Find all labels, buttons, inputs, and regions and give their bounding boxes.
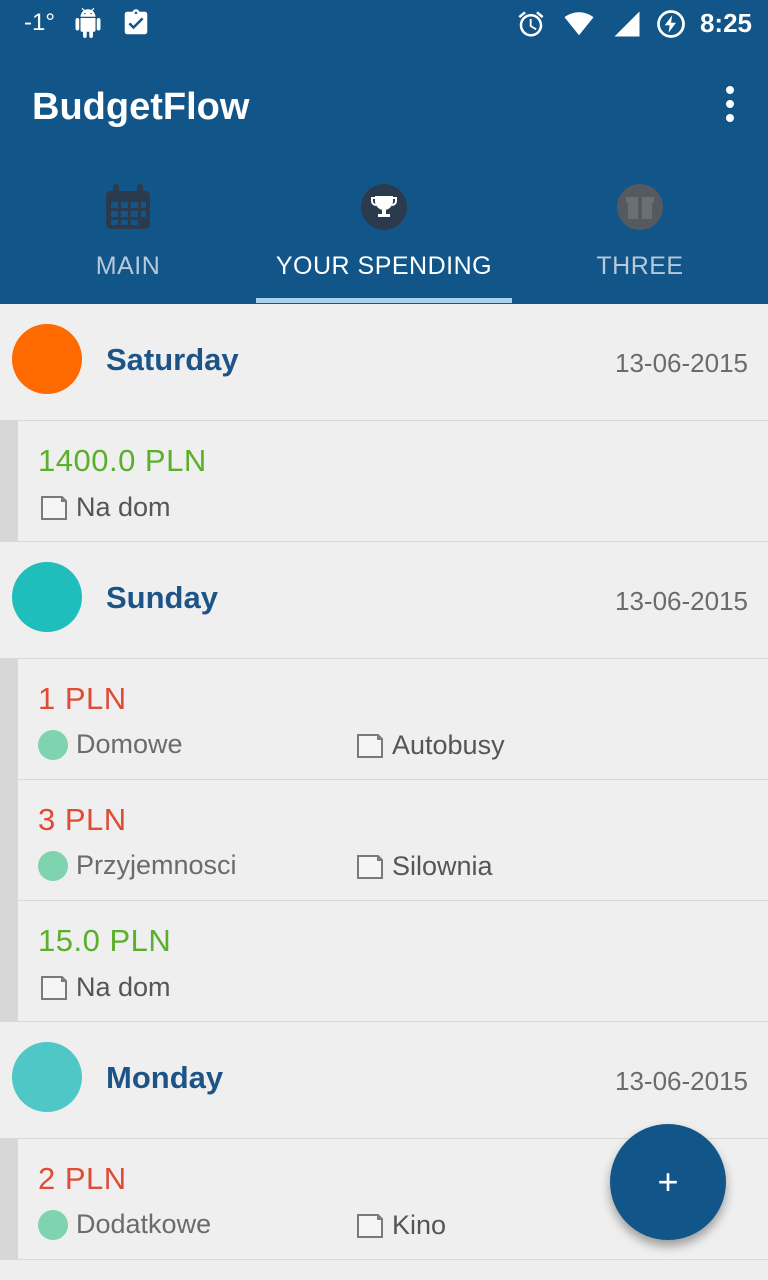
cell-signal-icon [614, 11, 640, 36]
category-text: Dodatkowe [76, 1209, 212, 1239]
clock-text: 8:25 [699, 8, 752, 38]
gift-icon [617, 184, 663, 230]
day-date: 13-06-2015 [615, 1066, 748, 1096]
category: Dodatkowe [38, 1209, 211, 1240]
tab-main[interactable]: MAIN [0, 162, 256, 304]
note-text: Autobusy [392, 729, 505, 760]
category-dot [38, 729, 68, 760]
category-text: Domowe [76, 729, 183, 759]
day-color-dot [12, 1042, 82, 1112]
category-text: Przyjemnosci [76, 850, 237, 880]
temperature-text: -1° [24, 9, 55, 36]
alarm-icon [518, 10, 544, 36]
plus-icon: + [657, 1161, 679, 1202]
day-color-dot [12, 562, 82, 632]
status-bar: -1° 8:25 [0, 0, 768, 50]
category-dot [38, 1209, 68, 1240]
list-item[interactable]: 1 PLN Domowe Autobusy [0, 659, 768, 780]
tab-main-label: MAIN [95, 252, 161, 280]
note: Autobusy [354, 729, 505, 761]
clipboard-check-icon [124, 9, 148, 35]
spending-list: Saturday 13-06-2015 1400.0 PLN Na dom Su… [0, 304, 768, 1260]
day-date: 13-06-2015 [615, 586, 748, 616]
overflow-menu-icon[interactable] [720, 86, 740, 122]
day-name: Monday [106, 1060, 224, 1095]
note-text: Silownia [392, 850, 493, 881]
list-item[interactable]: 3 PLN Przyjemnosci Silownia [0, 780, 768, 901]
day-header[interactable]: Saturday 13-06-2015 [0, 304, 768, 421]
android-icon [75, 8, 101, 38]
category: Domowe [38, 729, 183, 760]
note-text: Kino [392, 1209, 447, 1240]
add-entry-button[interactable]: + [610, 1124, 726, 1240]
list-item[interactable]: 15.0 PLN Na dom [0, 901, 768, 1022]
amount-text: 2 PLN [38, 1161, 127, 1196]
note-icon [357, 1214, 383, 1238]
tab-your-spending-label: YOUR SPENDING [275, 252, 493, 280]
note-icon [41, 496, 67, 520]
note: Silownia [354, 850, 493, 882]
note: Na dom [38, 971, 171, 1003]
note-icon [357, 734, 383, 758]
amount-text: 1400.0 PLN [38, 443, 207, 478]
day-name: Sunday [106, 580, 218, 615]
category-dot [38, 850, 68, 881]
tab-bar: MAIN YOUR SPENDING THREE [0, 162, 768, 304]
tab-your-spending[interactable]: YOUR SPENDING [256, 162, 512, 304]
wifi-icon [564, 11, 594, 35]
day-header[interactable]: Sunday 13-06-2015 [0, 542, 768, 659]
note-text: Na dom [76, 491, 171, 522]
trophy-icon [361, 184, 407, 230]
battery-charging-icon [657, 9, 685, 38]
tab-indicator [256, 298, 512, 303]
note-text: Na dom [76, 971, 171, 1002]
app-title: BudgetFlow [32, 86, 250, 128]
tab-three[interactable]: THREE [512, 162, 768, 304]
amount-text: 3 PLN [38, 802, 127, 837]
day-header[interactable]: Monday 13-06-2015 [0, 1022, 768, 1139]
amount-text: 1 PLN [38, 681, 127, 716]
day-name: Saturday [106, 342, 239, 377]
app-bar: BudgetFlow [0, 50, 768, 162]
amount-text: 15.0 PLN [38, 923, 172, 958]
calendar-icon [106, 184, 150, 229]
note-icon [41, 976, 67, 1000]
category: Przyjemnosci [38, 850, 237, 881]
note: Na dom [38, 491, 171, 523]
tab-three-label: THREE [596, 252, 684, 280]
note: Kino [354, 1209, 446, 1241]
day-color-dot [12, 324, 82, 394]
note-icon [357, 855, 383, 879]
day-date: 13-06-2015 [615, 348, 748, 378]
list-item[interactable]: 1400.0 PLN Na dom [0, 421, 768, 542]
